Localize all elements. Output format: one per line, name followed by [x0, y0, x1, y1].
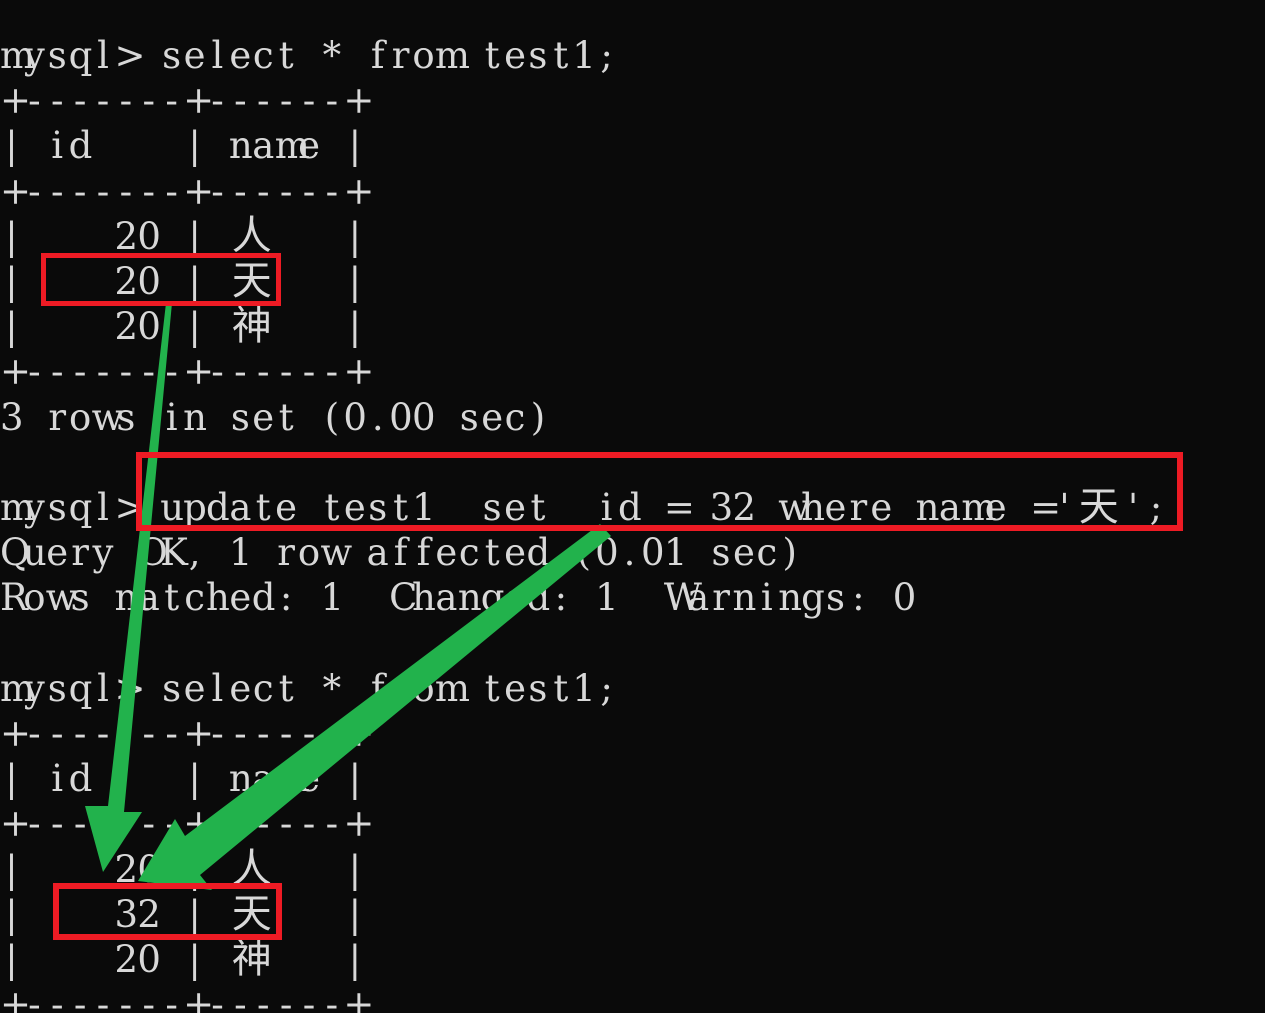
line-rule-mid-1: +- - - - - - - +- - - - - - + [0, 169, 375, 213]
line-select-1: mysq l > se l ec t * f rom t es t 1; [0, 34, 613, 77]
line-rule-bot-2: +- - - - - - - +- - - - - - + [0, 983, 375, 1013]
terminal-screenshot: mysq l > se l ec t * f rom t es t 1; +- - - - - - - +- - - -… [0, 0, 1265, 1013]
line-query-ok: Query OK, 1 row a f f ec t ed (0. 01 sec) [0, 531, 797, 575]
line-rule-bot-1: +- - - - - - - +- - - - - - + [0, 350, 375, 394]
line-row-2-3: | 20 | 神 | [5, 936, 362, 982]
highlight-update-statement [136, 452, 1183, 531]
line-blank-2 [0, 621, 1265, 666]
highlight-row-after [53, 883, 282, 940]
line-header-1: | id | name | [5, 124, 362, 168]
line-rule-top-2: +- - - - - - - +- - - - - - + [0, 712, 375, 755]
line-rule-mid-2: +- - - - - - - +- - - - - - + [0, 802, 375, 846]
line-select-2: mysq l > se l ec t * f rom t es t 1; [0, 666, 613, 710]
line-rows-matched: Rows ma t ched: 1 Changed: 1 Warn i ngs: 0 [0, 576, 917, 620]
line-rule-top-1: +- - - - - - - +- - - - - - + [0, 79, 375, 123]
line-row-1-3: | 20 | 神 | [5, 303, 362, 350]
highlight-row-before [41, 253, 281, 306]
line-header-2: | id | name | [5, 757, 362, 801]
line-rowcount-1: 3 rows in se t (0. 00 sec) [0, 395, 546, 439]
